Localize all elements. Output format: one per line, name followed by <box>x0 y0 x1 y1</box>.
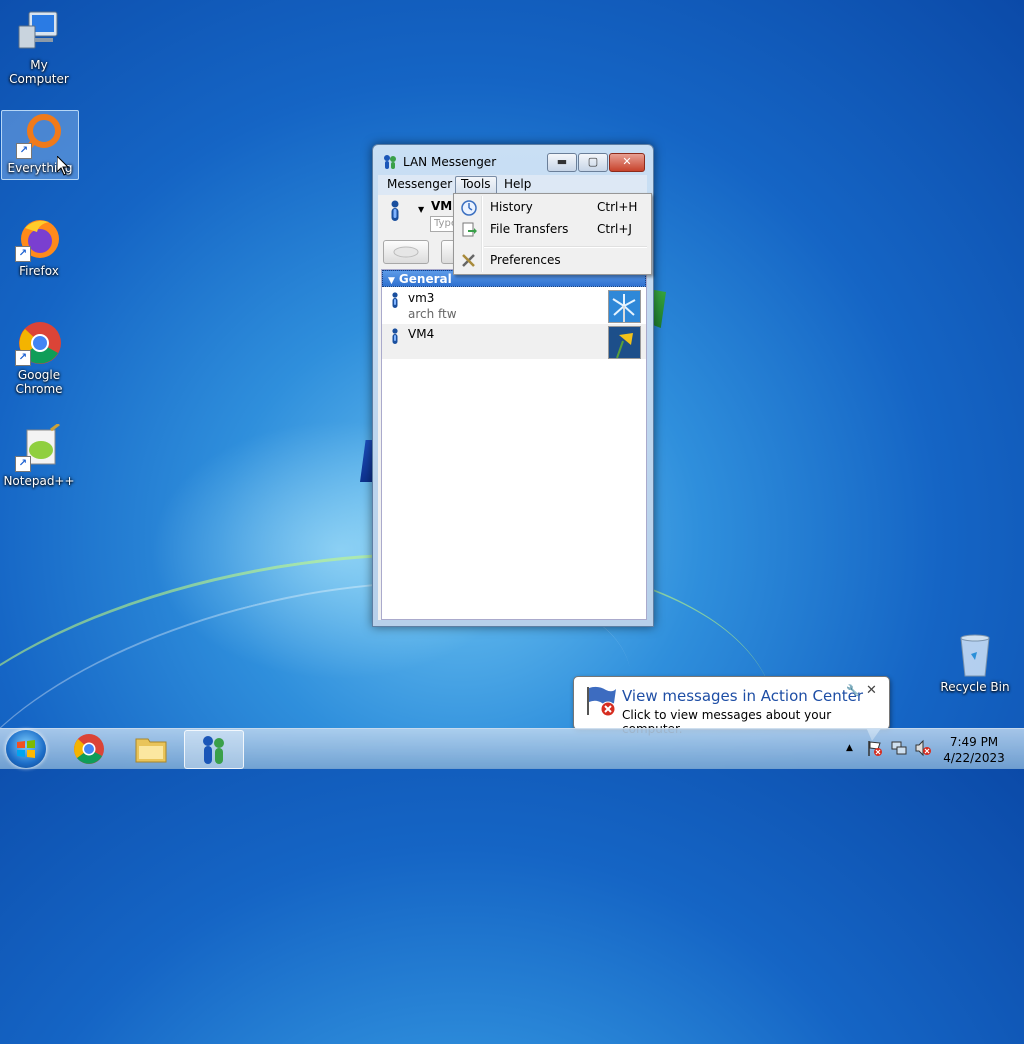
network-icon[interactable] <box>890 739 908 757</box>
taskbar-clock[interactable]: 7:49 PM 4/22/2023 <box>938 734 1010 766</box>
start-button[interactable] <box>6 730 46 768</box>
window-titlebar[interactable]: LAN Messenger ▬ ▢ ✕ <box>373 145 653 175</box>
desktop-icon-notepad-plus-plus[interactable]: ↗ Notepad++ <box>1 422 77 488</box>
contact-name: VM4 <box>408 327 435 341</box>
menu-item-shortcut: Ctrl+H <box>597 200 638 214</box>
notepad-plus-plus-icon: ↗ <box>15 422 63 472</box>
status-dropdown-arrow-icon[interactable]: ▼ <box>418 205 424 214</box>
desktop-icon-firefox[interactable]: ↗ Firefox <box>1 214 77 278</box>
menu-item-file-transfers[interactable]: File Transfers Ctrl+J <box>456 219 649 240</box>
menu-item-label: Preferences <box>490 253 561 267</box>
menu-messenger[interactable]: Messenger <box>382 176 457 193</box>
menu-separator <box>484 246 647 248</box>
chat-bubble-icon <box>393 246 419 258</box>
notification-title: View messages in Action Center <box>622 687 864 705</box>
menu-item-shortcut: Ctrl+J <box>597 222 632 236</box>
user-status-icon[interactable] <box>388 200 402 222</box>
shortcut-arrow-icon: ↗ <box>15 246 31 262</box>
shortcut-arrow-icon: ↗ <box>16 143 32 159</box>
firefox-icon: ↗ <box>15 214 63 262</box>
show-hidden-icons-arrow-icon[interactable]: ▲ <box>846 743 853 753</box>
desktop-icon-google-chrome[interactable]: ↗ Google Chrome <box>1 318 77 396</box>
window-title: LAN Messenger <box>403 155 497 169</box>
desktop-icon-my-computer[interactable]: My Computer <box>1 8 77 86</box>
lan-messenger-app-icon <box>203 736 224 764</box>
close-button[interactable]: ✕ <box>609 153 645 172</box>
lan-messenger-app-icon <box>384 155 396 169</box>
chrome-icon <box>74 734 104 764</box>
menu-help[interactable]: Help <box>499 176 536 193</box>
action-center-flag-icon <box>587 686 616 717</box>
file-transfers-icon <box>462 222 477 237</box>
menu-item-history[interactable]: History Ctrl+H <box>456 197 649 218</box>
desktop-icon-label: My Computer <box>9 58 69 86</box>
maximize-button[interactable]: ▢ <box>578 153 608 172</box>
clock-date: 4/22/2023 <box>943 751 1005 765</box>
volume-muted-icon[interactable] <box>914 739 932 757</box>
menu-bar: Messenger Tools Help <box>378 175 647 195</box>
minimize-button[interactable]: ▬ <box>547 153 577 172</box>
desktop-icon-label: Recycle Bin <box>940 680 1010 694</box>
everything-search-icon: ↗ <box>16 111 64 159</box>
contact-item[interactable]: vm3 arch ftw <box>382 288 646 323</box>
windows-logo-icon <box>17 740 35 758</box>
desktop-icon-label: Google Chrome <box>15 368 63 396</box>
taskbar: ▲ 7:49 PM 4/22/2023 <box>0 728 1024 769</box>
history-icon <box>461 200 477 216</box>
contact-avatar-pinwheel-icon <box>608 290 641 323</box>
contact-avatar-flower-icon <box>608 326 641 359</box>
desktop-icon-label: Notepad++ <box>3 474 75 488</box>
pin-icon[interactable]: 🔧 <box>846 684 860 697</box>
shortcut-arrow-icon: ↗ <box>15 456 31 472</box>
taskbar-lan-messenger[interactable] <box>184 730 244 769</box>
contact-list: ▼ General vm3 arch ftw VM4 <box>381 269 647 620</box>
folder-icon <box>135 738 167 763</box>
computer-icon <box>15 8 63 56</box>
contact-status-icon <box>392 328 398 344</box>
menu-item-preferences[interactable]: Preferences <box>456 250 649 271</box>
desktop-icon-recycle-bin[interactable]: Recycle Bin <box>937 630 1013 694</box>
tools-dropdown-menu: History Ctrl+H File Transfers Ctrl+J Pre… <box>453 193 652 275</box>
taskbar-file-explorer[interactable] <box>122 730 180 767</box>
chrome-icon: ↗ <box>15 318 63 366</box>
contact-name: vm3 <box>408 291 435 305</box>
menu-item-label: History <box>490 200 533 214</box>
menu-item-label: File Transfers <box>490 222 569 236</box>
clock-time: 7:49 PM <box>949 735 999 749</box>
action-center-notification[interactable]: View messages in Action Center Click to … <box>573 676 890 736</box>
action-center-tray-icon[interactable] <box>866 739 884 757</box>
contact-status-icon <box>392 292 398 308</box>
toolbar-chat-button[interactable] <box>383 240 429 264</box>
preferences-icon <box>462 254 475 267</box>
taskbar-chrome[interactable] <box>60 730 118 767</box>
notification-close-icon[interactable]: ✕ <box>866 683 877 698</box>
contact-note: arch ftw <box>408 307 457 321</box>
group-name: General <box>398 272 452 286</box>
mouse-cursor-icon <box>57 156 69 176</box>
desktop-icon-label: Firefox <box>19 264 59 278</box>
recycle-bin-icon <box>951 630 999 678</box>
shortcut-arrow-icon: ↗ <box>15 350 31 366</box>
contact-item[interactable]: VM4 <box>382 324 646 359</box>
